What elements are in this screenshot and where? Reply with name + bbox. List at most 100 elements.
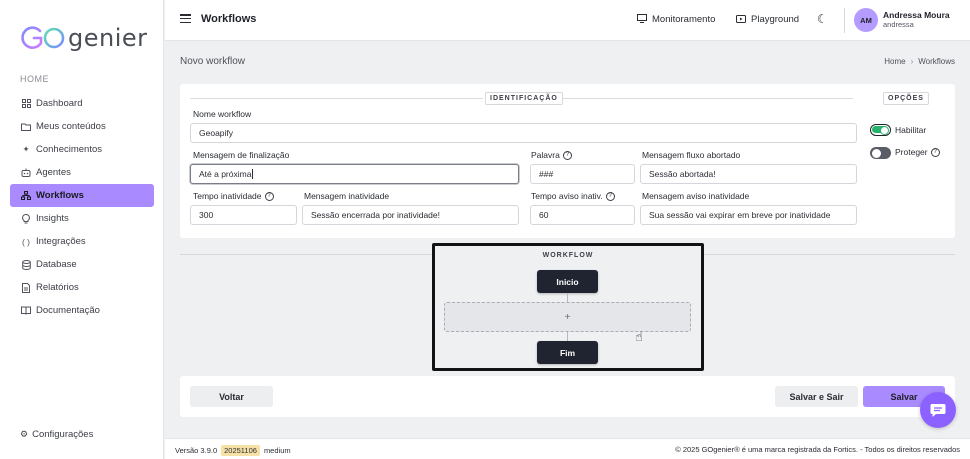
workflow-node-start[interactable]: Inicio [537, 270, 598, 293]
copyright-text: © 2025 GOgenier® é uma marca registrada … [675, 445, 960, 454]
section-label-identificacao: IDENTIFICAÇÃO [485, 92, 563, 105]
workflow-node-end[interactable]: Fim [537, 341, 598, 364]
help-icon[interactable]: ? [930, 147, 940, 157]
nome-input[interactable]: Geoapify [190, 123, 857, 143]
help-icon[interactable]: ? [562, 150, 572, 160]
workflow-canvas[interactable]: WORKFLOW Inicio + Fim ☝ [432, 243, 704, 371]
save-exit-button[interactable]: Salvar e Sair [775, 386, 858, 407]
lightbulb-icon [20, 213, 32, 224]
sidebar-nav: Dashboard Meus conteúdos ✦ Conhecimentos… [10, 92, 154, 322]
network-icon [20, 191, 32, 200]
toggle-knob [872, 148, 881, 158]
sidebar-item-relatorios[interactable]: Relatórios [10, 276, 154, 299]
version-info: Versão 3.9.0 20251106 medium [175, 445, 291, 456]
help-icon[interactable]: ? [605, 191, 615, 201]
workflow-connector [567, 332, 568, 341]
nome-label: Nome workflow [193, 109, 252, 119]
pointer-cursor-icon: ☝ [635, 329, 643, 344]
playground-link[interactable]: Playground [736, 14, 799, 25]
sidebar-item-label: Meus conteúdos [36, 121, 106, 132]
topbar-title: Workflows [201, 13, 257, 25]
abortado-label: Mensagem fluxo abortado [642, 150, 741, 160]
sidebar-item-label: Agentes [36, 167, 71, 178]
back-button[interactable]: Voltar [190, 386, 273, 407]
section-divider [190, 98, 483, 99]
sidebar-item-label: Integrações [36, 236, 86, 247]
sidebar: genier HOME Dashboard Meus conteúdos ✦ C… [0, 0, 164, 459]
tempo-inatividade-label-text: Tempo inatividade [193, 191, 262, 201]
sidebar-item-label: Insights [36, 213, 69, 224]
tempo-aviso-label-text: Tempo aviso inativ. [531, 191, 603, 201]
sidebar-item-label: Relatórios [36, 282, 79, 293]
sidebar-item-meus-conteudos[interactable]: Meus conteúdos [10, 115, 154, 138]
gear-icon: ⚙ [20, 429, 29, 439]
sidebar-item-label: Documentação [36, 305, 100, 316]
playground-icon [736, 14, 746, 25]
finalizacao-input[interactable]: Até a próxima [190, 164, 519, 184]
toggle-knob [880, 125, 889, 135]
help-icon[interactable]: ? [264, 191, 274, 201]
sparkle-icon: ✦ [22, 144, 30, 154]
sidebar-item-integracoes[interactable]: ( ) Integrações [10, 230, 154, 253]
proteger-label: Proteger? [895, 147, 940, 157]
text-caret [252, 169, 254, 179]
finalizacao-label: Mensagem de finalização [193, 150, 290, 160]
topbar-divider [844, 8, 845, 33]
sidebar-item-label: Conhecimentos [36, 144, 103, 155]
msg-inatividade-input[interactable]: Sessão encerrada por inatividade! [302, 205, 519, 225]
sidebar-item-agentes[interactable]: Agentes [10, 161, 154, 184]
monitoring-link[interactable]: Monitoramento [637, 14, 715, 25]
folder-icon [20, 123, 32, 131]
brand-logo[interactable]: genier [20, 18, 148, 58]
tempo-inatividade-input[interactable]: 300 [190, 205, 297, 225]
palavra-label-text: Palavra [531, 150, 560, 160]
sidebar-item-dashboard[interactable]: Dashboard [10, 92, 154, 115]
habilitar-label: Habilitar [895, 125, 927, 135]
database-icon [20, 259, 32, 270]
habilitar-toggle[interactable] [870, 124, 891, 136]
msg-aviso-input[interactable]: Sua sessão vai expirar em breve por inat… [640, 205, 857, 225]
version-text: Versão 3.9.0 [175, 446, 218, 455]
sidebar-item-label: Dashboard [36, 98, 83, 109]
tempo-aviso-input[interactable]: 60 [530, 205, 635, 225]
sidebar-item-workflows[interactable]: Workflows [10, 184, 154, 207]
tempo-inatividade-label: Tempo inatividade? [193, 191, 274, 201]
build-badge: 20251106 [221, 445, 260, 456]
sidebar-item-label: Configurações [32, 429, 94, 440]
logo-text: genier [68, 24, 148, 52]
palavra-input[interactable]: ### [530, 164, 635, 184]
msg-inatividade-label: Mensagem inatividade [304, 191, 390, 201]
sidebar-item-documentacao[interactable]: Documentação [10, 299, 154, 322]
monitor-icon [637, 14, 647, 25]
level-text: medium [263, 446, 291, 455]
workflow-title: WORKFLOW [542, 252, 594, 259]
chat-button[interactable] [920, 392, 956, 428]
msg-aviso-label: Mensagem aviso inatividade [642, 191, 750, 201]
breadcrumb-home[interactable]: Home [884, 57, 905, 66]
topbar: Workflows Monitoramento Playground ☾ AM … [165, 0, 970, 41]
sidebar-item-configuracoes[interactable]: ⚙ Configurações [20, 429, 93, 440]
braces-icon: ( ) [21, 236, 31, 247]
actions-bar: Voltar Salvar e Sair Salvar [180, 376, 955, 417]
abortado-input[interactable]: Sessão abortada! [640, 164, 857, 184]
grid-icon [20, 99, 32, 108]
chat-icon [930, 403, 946, 417]
user-name: Andressa Moura [883, 10, 950, 20]
breadcrumb: Home › Workflows [884, 57, 955, 66]
add-step-dropzone[interactable]: + [444, 302, 691, 332]
status-bar: Versão 3.9.0 20251106 medium © 2025 GOge… [165, 438, 970, 459]
section-label-opcoes: OPÇÕES [883, 92, 929, 105]
sidebar-section-home: HOME [20, 74, 49, 84]
monitoring-label: Monitoramento [652, 14, 716, 25]
menu-icon[interactable] [180, 14, 191, 23]
proteger-toggle[interactable] [870, 147, 891, 159]
sidebar-item-conhecimentos[interactable]: ✦ Conhecimentos [10, 138, 154, 161]
moon-icon[interactable]: ☾ [817, 12, 828, 26]
page-title: Novo workflow [180, 56, 246, 67]
avatar[interactable]: AM [854, 8, 878, 32]
workflow-connector [567, 293, 568, 302]
sidebar-item-label: Database [36, 259, 77, 270]
logo-go-mark [20, 23, 66, 53]
sidebar-item-database[interactable]: Database [10, 253, 154, 276]
sidebar-item-insights[interactable]: Insights [10, 207, 154, 230]
